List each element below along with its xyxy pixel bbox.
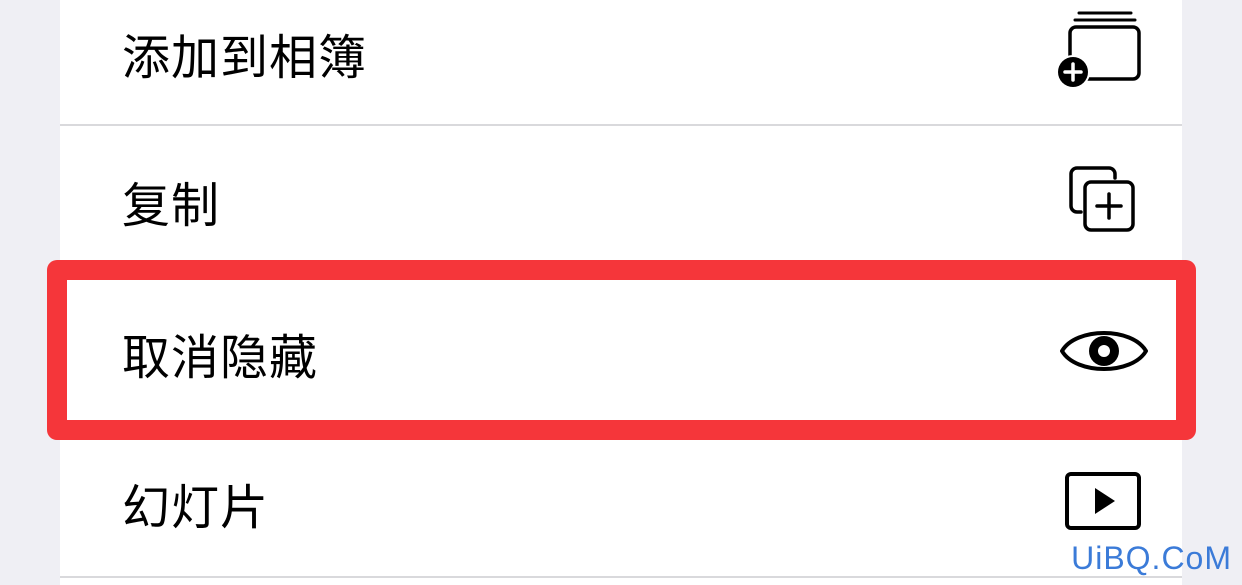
menu-item-label: 添加到相簿 (122, 30, 368, 86)
eye-icon (1058, 321, 1150, 385)
menu-item-unhide[interactable]: 取消隐藏 (60, 278, 1182, 428)
menu-item-label: 取消隐藏 (122, 330, 319, 386)
menu-item-slideshow[interactable]: 幻灯片 (60, 428, 1182, 578)
divider (60, 576, 1182, 578)
add-to-album-icon (1055, 9, 1145, 97)
menu-item-duplicate[interactable]: 复制 (60, 126, 1182, 276)
watermark: UiBQ.CoM (1071, 540, 1232, 576)
context-menu: 添加到相簿 复制 取消隐藏 幻灯片 (60, 0, 1182, 585)
menu-item-add-to-album[interactable]: 添加到相簿 (60, 0, 1182, 128)
duplicate-icon (1067, 164, 1139, 238)
play-icon (1063, 470, 1143, 536)
menu-item-label: 复制 (122, 178, 221, 234)
menu-item-label: 幻灯片 (122, 480, 270, 536)
